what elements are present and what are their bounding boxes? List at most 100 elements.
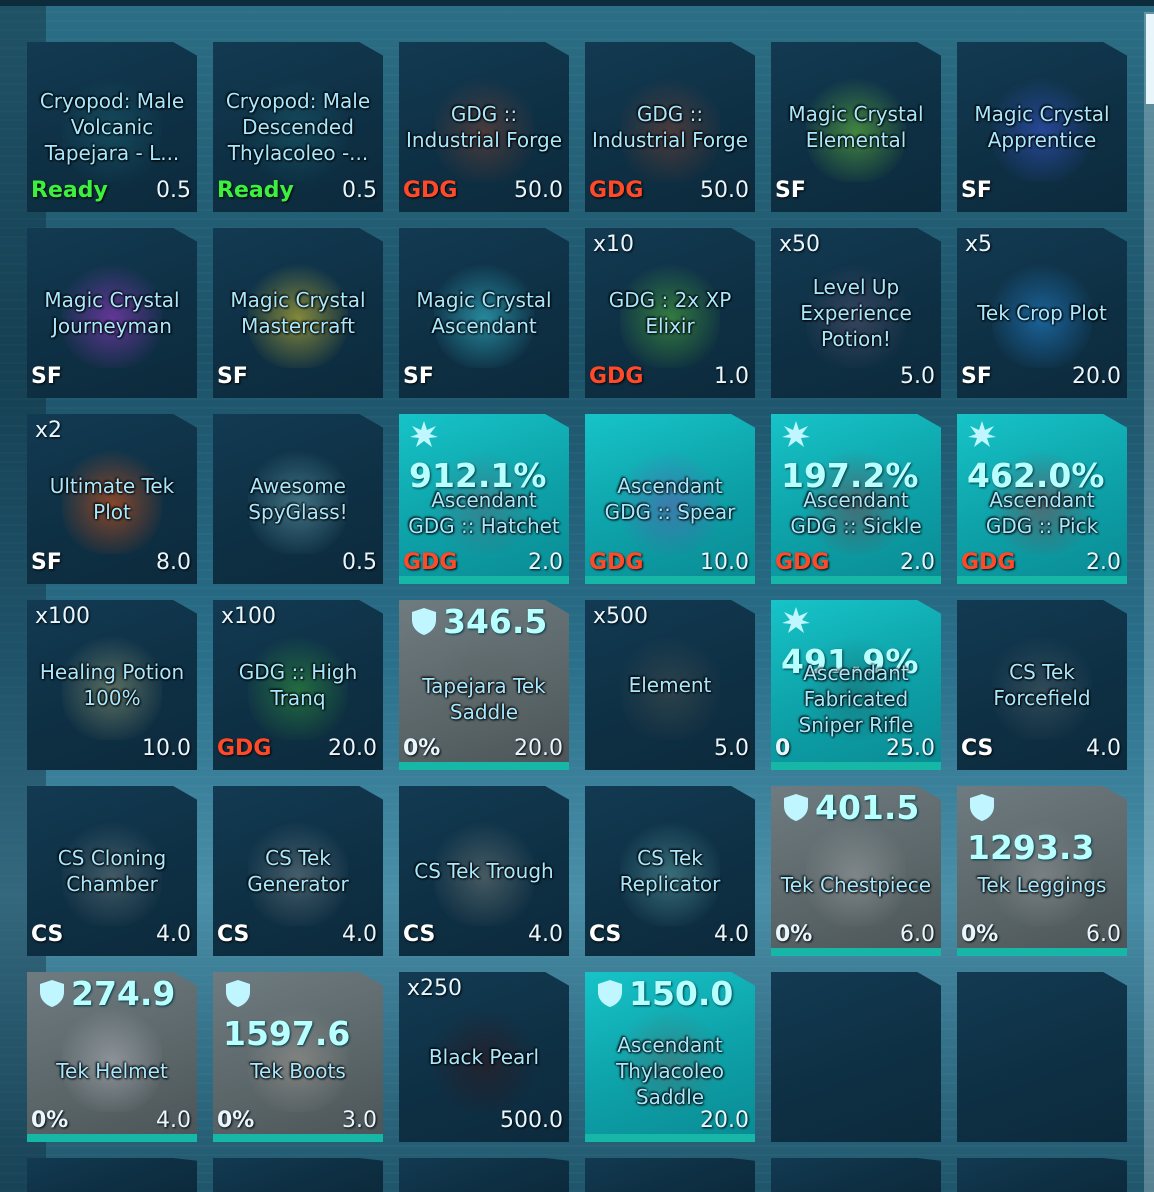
inventory-slot-partial[interactable] [957,1158,1127,1192]
inventory-slot-healing-potion-100[interactable]: x100 Healing Potion 100% 10.0 [27,600,197,770]
item-weight: 3.0 [342,1108,377,1133]
damage-burst-icon [782,421,810,447]
item-tag: CS [217,922,250,947]
armor-shield-icon [40,980,64,1007]
item-tag: GDG [961,550,1016,575]
inventory-slot-gdg-industrial-forge[interactable]: GDG :: Industrial Forge GDG 50.0 [399,42,569,212]
inventory-slot-ascendant-gdg-spear[interactable]: Ascendant GDG :: Spear GDG 10.0 [585,414,755,584]
scrollbar-thumb[interactable] [1146,14,1154,104]
armor-shield-icon [970,794,994,821]
item-weight: 2.0 [900,550,935,575]
inventory-slot-element[interactable]: x500 Element 5.0 [585,600,755,770]
inventory-slot-gdg-high-tranq[interactable]: x100 GDG :: High Tranq GDG 20.0 [213,600,383,770]
item-name: Healing Potion 100% [39,660,185,710]
inventory-slot-magic-crystal-ascendant[interactable]: Magic Crystal Ascendant SF [399,228,569,398]
inventory-slot-magic-crystal-apprentice[interactable]: Magic Crystal Apprentice SF [957,42,1127,212]
item-stat: 274.9 [37,974,175,1014]
inventory-slot-tek-boots[interactable]: 1597.6 Tek Boots 0% 3.0 [213,972,383,1142]
item-tag: SF [31,550,62,575]
damage-burst-icon [782,607,810,633]
inventory-slot-cs-tek-forcefield[interactable]: CS Tek Forcefield CS 4.0 [957,600,1127,770]
item-weight: 8.0 [156,550,191,575]
damage-burst-icon [968,421,996,447]
item-weight: 6.0 [1086,922,1121,947]
inventory-slot-empty[interactable] [957,972,1127,1142]
inventory-slot-level-up-experience-potion[interactable]: x50 Level Up Experience Potion! 5.0 [771,228,941,398]
item-weight: 0.5 [342,550,377,575]
item-weight: 25.0 [886,736,935,761]
inventory-scrollbar[interactable] [1144,12,1154,1192]
durability-percent: 0% [403,736,441,761]
inventory-slot-partial[interactable] [27,1158,197,1192]
item-weight: 0.5 [156,178,191,203]
item-stat: 150.0 [595,974,733,1014]
item-tag: GDG [589,178,644,203]
inventory-slot-cryopod-male-volcanic-tapejara-l[interactable]: Cryopod: Male Volcanic Tapejara - L... Re… [27,42,197,212]
item-tag: SF [403,364,434,389]
item-stat-value: 150.0 [629,974,734,1013]
item-name: Cryopod: Male Descended Thylacoleo -... [225,89,371,165]
inventory-slot-cs-cloning-chamber[interactable]: CS Cloning Chamber CS 4.0 [27,786,197,956]
inventory-slot-magic-crystal-journeyman[interactable]: Magic Crystal Journeyman SF [27,228,197,398]
inventory-slot-cs-tek-trough[interactable]: CS Tek Trough CS 4.0 [399,786,569,956]
item-weight: 1.0 [714,364,749,389]
inventory-slot-partial[interactable] [585,1158,755,1192]
inventory-slot-ascendant-gdg-sickle[interactable]: 197.2% Ascendant GDG :: Sickle GDG 2.0 [771,414,941,584]
inventory-slot-tek-helmet[interactable]: 274.9 Tek Helmet 0% 4.0 [27,972,197,1142]
inventory-slot-gdg-2x-xp-elixir[interactable]: x10 GDG : 2x XP Elixir GDG 1.0 [585,228,755,398]
item-name: Level Up Experience Potion! [800,275,912,351]
inventory-slot-empty[interactable] [771,972,941,1142]
item-tag: CS [403,922,436,947]
item-name: Ultimate Tek Plot [49,474,175,524]
inventory-slot-cryopod-male-descended-thylacoleo[interactable]: Cryopod: Male Descended Thylacoleo -... R… [213,42,383,212]
inventory-slot-partial[interactable] [771,1158,941,1192]
inventory-slot-ascendant-thylacoleo-saddle[interactable]: 150.0 Ascendant Thylacoleo Saddle 20.0 [585,972,755,1142]
inventory-slot-tek-chestpiece[interactable]: 401.5 Tek Chestpiece 0% 6.0 [771,786,941,956]
item-tag: GDG [589,364,644,389]
item-tag: Ready [31,178,108,203]
item-stat-value: 401.5 [815,788,920,827]
armor-shield-icon [226,980,250,1007]
inventory-slot-ascendant-gdg-pick[interactable]: 462.0% Ascendant GDG :: Pick GDG 2.0 [957,414,1127,584]
item-weight: 50.0 [514,178,563,203]
inventory-slot-tek-crop-plot[interactable]: x5 Tek Crop Plot SF 20.0 [957,228,1127,398]
item-weight: 4.0 [528,922,563,947]
item-name: Magic Crystal Journeyman [44,288,180,338]
inventory-slot-cs-tek-generator[interactable]: CS Tek Generator CS 4.0 [213,786,383,956]
item-weight: 4.0 [1086,736,1121,761]
durability-percent: 0 [775,736,791,761]
stack-quantity: x50 [779,232,821,257]
item-name: CS Cloning Chamber [57,846,167,896]
inventory-slot-awesome-spyglass[interactable]: Awesome SpyGlass! 0.5 [213,414,383,584]
inventory-slot-tek-leggings[interactable]: 1293.3 Tek Leggings 0% 6.0 [957,786,1127,956]
item-weight: 6.0 [900,922,935,947]
item-name: Black Pearl [428,1045,540,1069]
item-tag: GDG [775,550,830,575]
inventory-slot-magic-crystal-elemental[interactable]: Magic Crystal Elemental SF [771,42,941,212]
item-weight: 4.0 [156,922,191,947]
inventory-slot-tapejara-tek-saddle[interactable]: 346.5 Tapejara Tek Saddle 0% 20.0 [399,600,569,770]
armor-shield-icon [784,794,808,821]
item-name: CS Tek Replicator [619,846,721,896]
inventory-slot-gdg-industrial-forge[interactable]: GDG :: Industrial Forge GDG 50.0 [585,42,755,212]
inventory-slot-ultimate-tek-plot[interactable]: x2 Ultimate Tek Plot SF 8.0 [27,414,197,584]
inventory-slot-magic-crystal-mastercraft[interactable]: Magic Crystal Mastercraft SF [213,228,383,398]
inventory-slot-partial[interactable] [399,1158,569,1192]
inventory-slot-ascendant-gdg-hatchet[interactable]: 912.1% Ascendant GDG :: Hatchet GDG 2.0 [399,414,569,584]
inventory-slot-black-pearl[interactable]: x250 Black Pearl 500.0 [399,972,569,1142]
stack-quantity: x5 [965,232,993,257]
item-tag: CS [31,922,64,947]
durability-percent: 0% [31,1108,69,1133]
inventory-slot-partial[interactable] [213,1158,383,1192]
item-name: Magic Crystal Elemental [788,102,924,152]
item-weight: 10.0 [700,550,749,575]
inventory-slot-cs-tek-replicator[interactable]: CS Tek Replicator CS 4.0 [585,786,755,956]
item-weight: 5.0 [900,364,935,389]
item-weight: 20.0 [700,1108,749,1133]
item-weight: 500.0 [500,1108,563,1133]
inventory-slot-ascendant-fabricated-sniper-rifle[interactable]: 491.9% Ascendant Fabricated Sniper Rifle 0… [771,600,941,770]
item-tag: CS [961,736,994,761]
item-weight: 4.0 [342,922,377,947]
item-stat: 401.5 [781,788,919,828]
top-divider [0,0,1154,6]
